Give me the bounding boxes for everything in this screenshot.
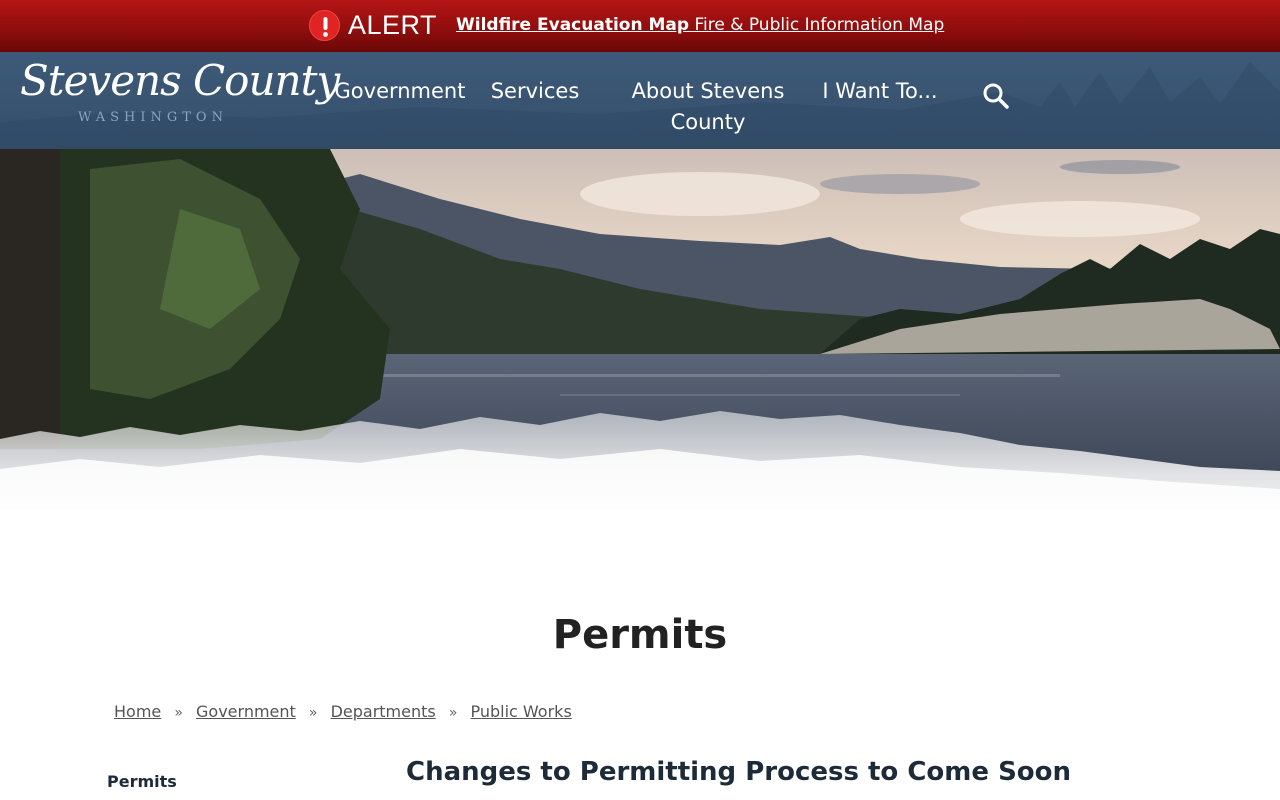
alert-label: ALERT: [348, 10, 438, 40]
nav-about-stevens-county[interactable]: About Stevens County: [622, 76, 794, 138]
hero-banner: [0, 149, 1280, 539]
alert-bar: ALERT Wildfire Evacuation Map Fire & Pub…: [0, 0, 1280, 52]
alert-link-bold[interactable]: Wildfire Evacuation Map: [456, 15, 689, 35]
nav-government[interactable]: Government: [330, 76, 470, 107]
breadcrumb-departments[interactable]: Departments: [331, 702, 436, 721]
article-heading: Changes to Permitting Process to Come So…: [406, 757, 1072, 787]
hero-landscape-image: [0, 149, 1280, 539]
logo-subtitle[interactable]: WASHINGTON: [78, 110, 228, 125]
site-logo[interactable]: Stevens County WASHINGTON: [20, 56, 340, 132]
breadcrumb-government[interactable]: Government: [196, 702, 296, 721]
nav-services[interactable]: Services: [485, 76, 585, 107]
alert-link[interactable]: Wildfire Evacuation Map Fire & Public In…: [456, 15, 944, 35]
exclamation-circle-icon: [309, 10, 340, 41]
alert-link-rest[interactable]: Fire & Public Information Map: [689, 15, 944, 35]
breadcrumb-home[interactable]: Home: [114, 702, 161, 721]
site-header: Stevens County WASHINGTON Government Ser…: [0, 52, 1280, 149]
breadcrumb-separator: »: [174, 705, 183, 721]
breadcrumb-public-works[interactable]: Public Works: [470, 702, 571, 721]
page-title: Permits: [552, 612, 728, 658]
breadcrumb-separator: »: [308, 705, 318, 721]
breadcrumb-separator: »: [448, 705, 458, 721]
search-icon[interactable]: [981, 81, 1011, 111]
nav-i-want-to[interactable]: I Want To...: [815, 76, 945, 107]
sidebar-heading[interactable]: Permits: [107, 772, 177, 791]
logo-title[interactable]: Stevens County: [20, 56, 340, 105]
breadcrumb: Home » Government » Departments » Public…: [114, 702, 572, 721]
